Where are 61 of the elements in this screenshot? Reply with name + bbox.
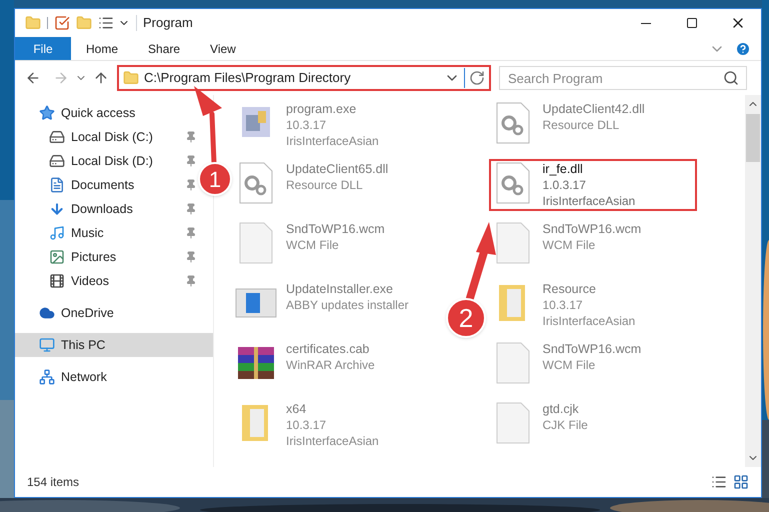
file-detail: Resource DLL — [286, 177, 364, 193]
file-detail: 10.3.17 — [286, 417, 328, 433]
ribbon-tab[interactable]: Home — [71, 37, 134, 60]
file-item[interactable]: ir_fe.dll 1.0.3.17 IrisInterfaceAsian — [488, 159, 698, 211]
selected-row[interactable]: This PC — [15, 333, 213, 357]
address-path: C:\Program Files\Program Directory — [144, 69, 351, 88]
item-count: 154 items — [27, 474, 80, 491]
ribbon-tab[interactable]: Share — [133, 37, 196, 60]
search-field[interactable]: Search Program — [499, 66, 747, 90]
file-name: gtd.cjk — [542, 401, 580, 417]
file-detail: WCM File — [286, 237, 340, 253]
file-detail: IrisInterfaceAsian — [286, 433, 379, 449]
file-detail: WinRAR Archive — [286, 357, 375, 373]
sidebar-item[interactable]: Music — [49, 224, 104, 242]
sidebar-item[interactable]: OneDrive — [39, 304, 114, 322]
file-name: UpdateClient42.dll — [542, 101, 645, 117]
file-name: SndToWP16.wcm — [542, 221, 642, 237]
window-title: Program — [143, 14, 193, 32]
file-item[interactable]: certificates.cab WinRAR Archive — [232, 339, 383, 387]
sidebar-item[interactable]: This PC — [39, 336, 106, 354]
sidebar-item[interactable]: Documents — [49, 176, 134, 194]
file-detail: ABBY updates installer — [286, 297, 409, 313]
file-detail: WCM File — [542, 237, 596, 253]
file-item[interactable]: UpdateInstaller.exe ABBY updates installer — [232, 279, 417, 327]
sidebar-item[interactable]: Local Disk (C:) — [49, 128, 153, 146]
file-name: program.exe — [286, 101, 358, 117]
file-detail: WCM File — [542, 357, 596, 373]
file-name: ir_fe.dll — [542, 161, 584, 177]
file-item[interactable]: SndToWP16.wcm WCM File — [488, 339, 650, 387]
file-item[interactable]: x64 10.3.17 IrisInterfaceAsian — [232, 399, 387, 451]
file-item[interactable]: program.exe 10.3.17 IrisInterfaceAsian — [232, 99, 387, 151]
file-name: Resource — [542, 281, 597, 297]
file-item[interactable]: UpdateClient42.dll Resource DLL — [488, 99, 653, 147]
sidebar-item[interactable]: Network — [39, 368, 107, 386]
ribbon-tab[interactable]: View — [195, 37, 251, 60]
file-item[interactable]: SndToWP16.wcm WCM File — [488, 219, 650, 267]
file-detail: CJK File — [542, 417, 588, 433]
file-name: x64 — [286, 401, 308, 417]
sidebar-item[interactable]: Local Disk (D:) — [49, 152, 153, 170]
file-detail: 1.0.3.17 — [542, 177, 587, 193]
file-item[interactable]: UpdateClient65.dll Resource DLL — [232, 159, 396, 207]
file-detail: 10.3.17 — [286, 117, 328, 133]
file-name: certificates.cab — [286, 341, 370, 357]
sidebar-item[interactable]: Quick access — [39, 104, 136, 122]
file-detail: 10.3.17 — [542, 297, 584, 313]
sidebar-item[interactable]: Videos — [49, 272, 109, 290]
file-item[interactable]: gtd.cjk CJK File — [488, 399, 596, 447]
file-detail: Resource DLL — [542, 117, 620, 133]
address-bar[interactable]: C:\Program Files\Program Directory — [117, 65, 491, 91]
file-detail: IrisInterfaceAsian — [542, 313, 636, 329]
file-name: UpdateClient65.dll — [286, 161, 388, 177]
file-detail: IrisInterfaceAsian — [542, 193, 636, 209]
ribbon-tab[interactable]: File — [15, 37, 71, 60]
file-name: SndToWP16.wcm — [542, 341, 642, 357]
file-item[interactable]: Resource 10.3.17 IrisInterfaceAsian — [488, 279, 644, 331]
sidebar-item[interactable]: Downloads — [49, 200, 133, 218]
file-item[interactable]: SndToWP16.wcm WCM File — [232, 219, 393, 267]
file-detail: IrisInterfaceAsian — [286, 133, 379, 149]
file-name: UpdateInstaller.exe — [286, 281, 394, 297]
file-name: SndToWP16.wcm — [286, 221, 385, 237]
sidebar-item[interactable]: Pictures — [49, 248, 116, 266]
